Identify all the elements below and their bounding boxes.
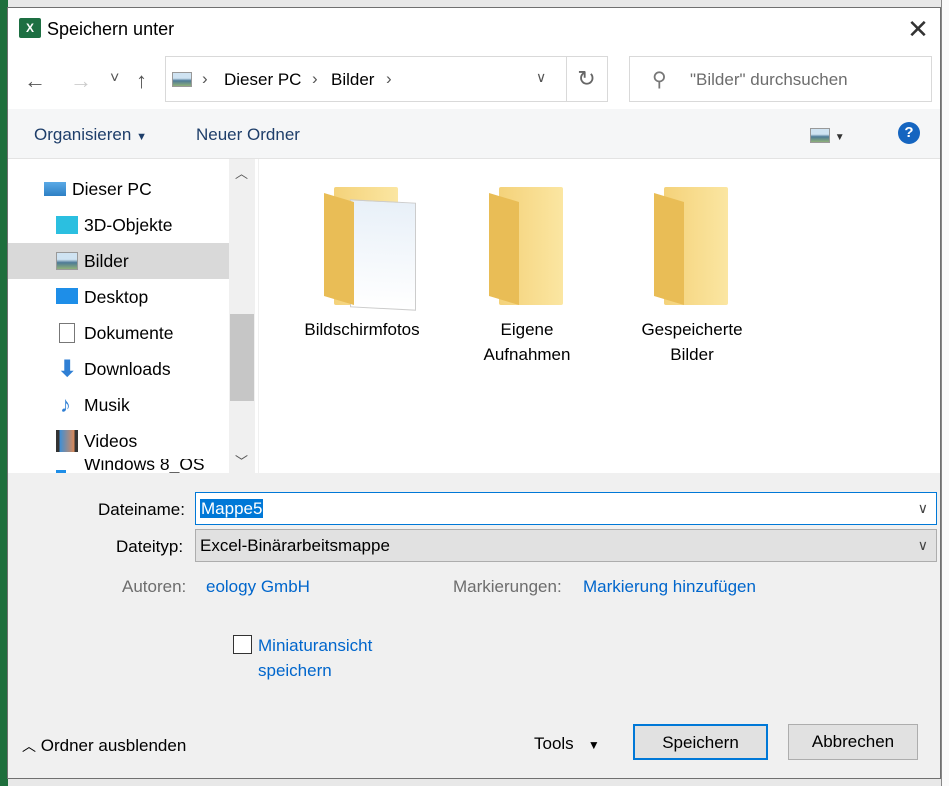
toolbar: Organisieren ▼ Neuer Ordner ▼ ? <box>8 109 940 159</box>
cancel-button[interactable]: Abbrechen <box>788 724 918 760</box>
chevron-down-icon: ∨ <box>917 537 928 553</box>
folder-icon <box>489 187 565 309</box>
sidebar-item-dieser-pc[interactable]: Dieser PC <box>8 171 229 207</box>
sidebar-item-bilder[interactable]: Bilder <box>8 243 229 279</box>
sidebar-item-downloads[interactable]: ⬇ Downloads <box>8 351 229 387</box>
back-button[interactable]: ← <box>24 68 46 94</box>
filename-value: Mappe5 <box>200 499 264 518</box>
documents-icon <box>59 323 75 343</box>
refresh-button[interactable]: ↻ <box>566 56 608 102</box>
folder-item[interactable]: Eigene Aufnahmen <box>447 187 607 367</box>
chevron-right-icon: › <box>202 69 208 88</box>
close-button[interactable]: ✕ <box>898 12 938 48</box>
chevron-up-icon: ︿ <box>22 738 36 754</box>
sidebar-item-label: Bilder <box>84 251 129 271</box>
computer-icon <box>44 182 66 196</box>
new-folder-button[interactable]: Neuer Ordner <box>196 125 300 145</box>
search-input[interactable]: ⚲ "Bilder" durchsuchen <box>629 56 932 102</box>
tools-button[interactable]: Tools ▼ <box>534 734 600 754</box>
search-icon: ⚲ <box>652 69 667 91</box>
breadcrumb-bilder[interactable]: Bilder <box>331 70 374 90</box>
chevron-right-icon: › <box>386 69 392 88</box>
organize-label: Organisieren <box>34 125 132 144</box>
recent-locations-button[interactable]: ˅ <box>110 70 119 88</box>
title-bar: X Speichern unter ✕ <box>8 8 940 52</box>
tools-label: Tools <box>534 734 574 753</box>
sidebar-item-label: 3D-Objekte <box>84 215 173 235</box>
filename-input[interactable]: Mappe5 ∨ <box>195 492 937 525</box>
folder-name: Bildschirmfotos <box>304 320 420 339</box>
address-bar[interactable]: › Dieser PC › Bilder › ∨ <box>165 56 567 102</box>
sidebar-item-desktop[interactable]: Desktop <box>8 279 229 315</box>
caret-down-icon: ▼ <box>136 131 147 143</box>
organize-button[interactable]: Organisieren ▼ <box>34 125 147 145</box>
folder-name: Eigene Aufnahmen <box>483 320 571 364</box>
up-button[interactable]: ↑ <box>136 68 147 94</box>
filetype-label: Dateityp: <box>116 537 184 556</box>
sidebar-item-videos[interactable]: Videos <box>8 423 229 459</box>
caret-down-icon: ▼ <box>587 738 600 752</box>
authors-value[interactable]: eology GmbH <box>206 577 310 597</box>
chevron-down-icon[interactable]: ∨ <box>918 493 928 524</box>
chevron-down-icon[interactable]: ∨ <box>536 69 546 86</box>
tags-label: Markierungen: <box>453 577 562 596</box>
filename-label: Dateiname: <box>98 500 185 519</box>
help-button[interactable]: ? <box>898 122 920 144</box>
folder-icon <box>324 187 416 311</box>
sidebar-item-3d-objekte[interactable]: 3D-Objekte <box>8 207 229 243</box>
music-icon: ♪ <box>60 392 71 417</box>
save-as-dialog: X Speichern unter ✕ ← → ˅ ↑ › Dieser PC … <box>7 7 941 779</box>
excel-icon: X <box>19 18 41 38</box>
sidebar-item-label: Windows 8_OS (C:) <box>84 459 205 473</box>
sidebar-item-drive-c[interactable]: Windows 8_OS (C:) <box>8 459 229 473</box>
folder-item[interactable]: Gespeicherte Bilder <box>612 187 772 367</box>
forward-button[interactable]: → <box>70 68 92 94</box>
filetype-value: Excel-Binärarbeitsmappe <box>200 536 390 555</box>
sidebar-item-label: Downloads <box>84 359 171 379</box>
hide-folders-label: Ordner ausblenden <box>40 736 187 755</box>
sidebar-item-musik[interactable]: ♪ Musik <box>8 387 229 423</box>
background-app-right <box>941 0 949 786</box>
thumbnail-label[interactable]: Miniaturansicht speichern <box>258 633 388 683</box>
authors-label: Autoren: <box>122 577 187 596</box>
pictures-icon <box>56 252 78 270</box>
hide-folders-button[interactable]: ︿ Ordner ausblenden <box>22 736 186 756</box>
pictures-icon <box>172 72 192 87</box>
desktop-icon <box>56 288 78 304</box>
navigation-pane: Dieser PC 3D-Objekte Bilder Desktop Doku… <box>8 159 258 473</box>
view-icon <box>810 128 830 144</box>
download-icon: ⬇ <box>58 356 77 381</box>
sidebar-item-label: Videos <box>84 431 138 451</box>
folder-item[interactable]: Bildschirmfotos <box>282 187 442 342</box>
breadcrumb-dieser-pc[interactable]: Dieser PC <box>224 70 301 90</box>
scrollbar-thumb[interactable] <box>230 314 254 401</box>
thumbnail-checkbox[interactable] <box>233 635 252 654</box>
dialog-title: Speichern unter <box>47 19 175 39</box>
caret-down-icon: ▼ <box>834 132 845 143</box>
sidebar-item-label: Desktop <box>84 287 149 307</box>
save-button[interactable]: Speichern <box>633 724 768 760</box>
scroll-up-icon[interactable]: ︿ <box>235 163 248 182</box>
cube-icon <box>56 216 78 234</box>
videos-icon <box>56 430 78 452</box>
sidebar-item-label: Dieser PC <box>72 179 152 199</box>
chevron-right-icon: › <box>312 69 318 88</box>
sidebar-item-dokumente[interactable]: Dokumente <box>8 315 229 351</box>
sidebar-item-label: Dokumente <box>84 323 174 343</box>
folder-name: Gespeicherte Bilder <box>641 320 743 364</box>
search-placeholder: "Bilder" durchsuchen <box>690 70 848 89</box>
sidebar-item-label: Musik <box>84 395 130 415</box>
view-options-button[interactable]: ▼ <box>810 125 845 145</box>
tags-input[interactable]: Markierung hinzufügen <box>583 577 756 597</box>
file-list: Bildschirmfotos Eigene Aufnahmen Gespeic… <box>258 159 940 473</box>
scroll-down-icon[interactable]: ﹀ <box>235 451 248 470</box>
filetype-select[interactable]: Excel-Binärarbeitsmappe ∨ <box>195 529 937 562</box>
folder-icon <box>654 187 730 309</box>
